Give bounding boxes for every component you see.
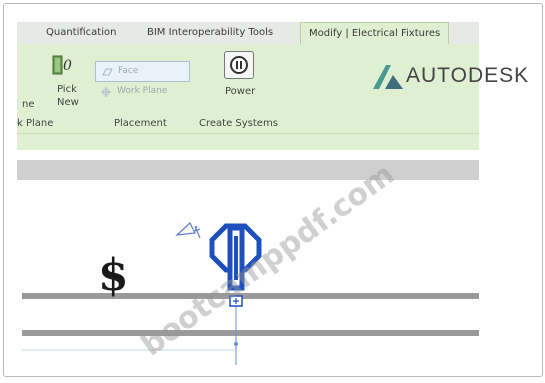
- panel-label-work-plane: k Plane: [17, 118, 54, 129]
- tab-quantification[interactable]: Quantification: [46, 22, 116, 44]
- pick-new-icon[interactable]: 0: [50, 52, 76, 78]
- pick-new-label-1[interactable]: Pick: [57, 84, 77, 95]
- face-label: Face: [118, 66, 139, 76]
- ribbon-tab-bar: Quantification BIM Interoperability Tool…: [17, 22, 479, 44]
- tab-bim-interoperability-tools[interactable]: BIM Interoperability Tools: [147, 22, 273, 44]
- power-label[interactable]: Power: [225, 86, 255, 97]
- face-icon: [102, 68, 113, 76]
- autodesk-logo-icon: [373, 65, 403, 89]
- ribbon-divider: [17, 133, 479, 134]
- flip-control-icon[interactable]: [175, 222, 201, 239]
- dimension-endpoint: [234, 342, 238, 346]
- power-button-icon[interactable]: [224, 51, 254, 79]
- switch-symbol: $: [98, 250, 129, 301]
- work-plane-label: Work Plane: [117, 86, 168, 96]
- autodesk-logo-text: AUTODESK: [406, 64, 530, 87]
- partial-button-label[interactable]: ne: [22, 99, 35, 110]
- wall-line-lower: [22, 330, 479, 336]
- svg-text:0: 0: [63, 58, 72, 74]
- work-plane-icon: [101, 87, 111, 97]
- panel-label-create-systems: Create Systems: [199, 118, 278, 129]
- pick-new-label-2[interactable]: New: [57, 97, 79, 108]
- tab-modify-electrical-fixtures[interactable]: Modify | Electrical Fixtures: [300, 22, 450, 44]
- work-plane-placement-button[interactable]: Work Plane: [100, 85, 190, 99]
- panel-label-placement: Placement: [114, 118, 167, 129]
- face-placement-button[interactable]: Face: [95, 61, 190, 82]
- options-bar: [17, 160, 479, 180]
- drawing-canvas[interactable]: $: [0, 180, 545, 379]
- autodesk-logo: AUTODESK: [368, 60, 543, 96]
